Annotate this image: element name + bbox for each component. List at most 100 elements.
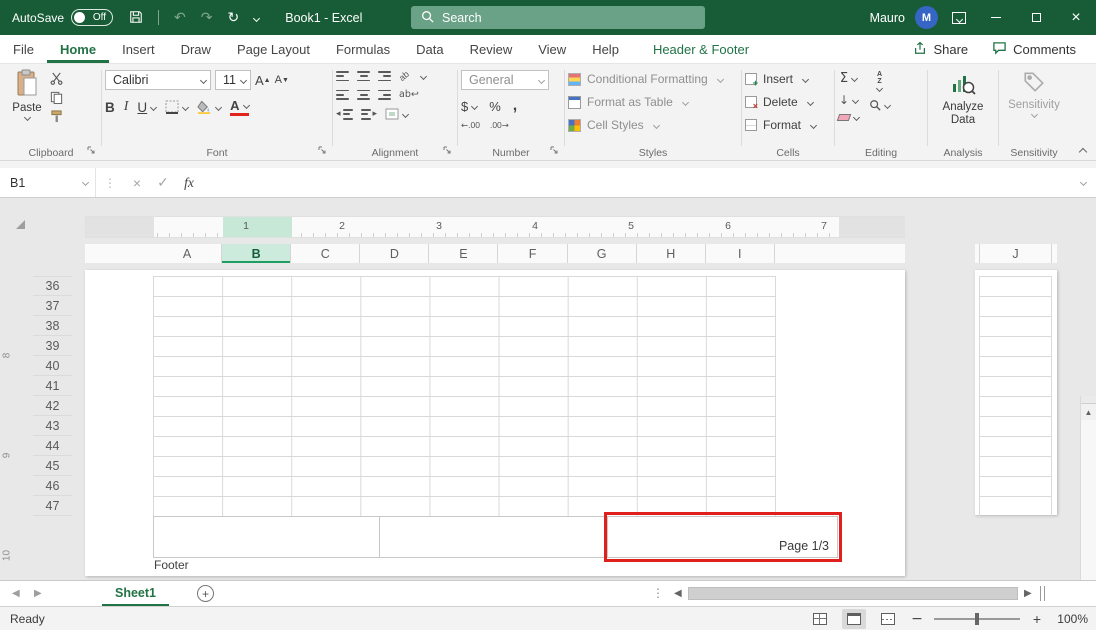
column-header-f[interactable]: F	[498, 244, 567, 263]
name-box[interactable]: B1	[0, 168, 96, 197]
column-header-c[interactable]: C	[291, 244, 360, 263]
column-header-g[interactable]: G	[568, 244, 637, 263]
font-dialog-launcher[interactable]	[318, 143, 327, 158]
expand-formula-bar-icon[interactable]	[1077, 175, 1096, 190]
horizontal-scroll-thumb[interactable]	[688, 587, 1018, 600]
row-header[interactable]: 47	[33, 496, 72, 516]
row-header[interactable]: 41	[33, 376, 72, 396]
insert-function-button[interactable]: fx	[176, 175, 202, 191]
autosum-button[interactable]: Σ	[838, 71, 859, 86]
column-header-d[interactable]: D	[360, 244, 429, 263]
customize-toolbar-chevron-icon[interactable]	[254, 11, 259, 25]
collapse-ribbon-icon[interactable]	[1079, 148, 1087, 156]
ruler-corner-marker[interactable]	[16, 220, 25, 229]
row-header[interactable]: 44	[33, 436, 72, 456]
row-header[interactable]: 40	[33, 356, 72, 376]
cut-icon[interactable]	[50, 72, 63, 85]
share-button[interactable]: Share	[913, 41, 968, 58]
column-header-i[interactable]: I	[706, 244, 775, 263]
accounting-format-icon[interactable]: $	[461, 99, 468, 114]
increase-decimal-icon[interactable]: ←.00	[461, 120, 480, 131]
bottom-align-icon[interactable]	[378, 71, 391, 81]
enter-icon[interactable]: ✓	[150, 175, 176, 191]
tab-page-layout[interactable]: Page Layout	[224, 35, 323, 63]
row-header[interactable]: 45	[33, 456, 72, 476]
paste-button[interactable]: Paste	[4, 69, 50, 123]
fill-color-icon[interactable]	[197, 100, 221, 114]
row-header[interactable]: 39	[33, 336, 72, 356]
split-handle[interactable]	[1081, 396, 1096, 404]
tab-bar-drag-handle[interactable]: ⋮	[652, 586, 664, 600]
wrap-text-icon[interactable]: ab↩	[399, 89, 419, 100]
align-center-icon[interactable]	[357, 90, 370, 100]
scroll-up-icon[interactable]: ▲	[1081, 404, 1096, 420]
page-layout-view-button[interactable]	[842, 609, 866, 629]
number-dialog-launcher[interactable]	[550, 143, 559, 158]
ribbon-display-options-icon[interactable]	[952, 12, 966, 24]
increase-indent-icon[interactable]: ▸	[361, 109, 378, 119]
formula-input[interactable]	[202, 168, 1077, 197]
italic-button[interactable]: I	[124, 99, 129, 115]
increase-font-size-icon[interactable]: A▲	[255, 73, 271, 88]
cell-styles-button[interactable]: Cell Styles	[568, 118, 738, 132]
footer-center-section[interactable]	[380, 516, 608, 558]
percent-style-icon[interactable]: %	[489, 99, 501, 114]
analyze-data-button[interactable]: Analyze Data	[931, 70, 995, 127]
tab-draw[interactable]: Draw	[168, 35, 224, 63]
minimize-button[interactable]	[976, 0, 1016, 35]
sheet-nav-right-icon[interactable]: ▶	[34, 581, 42, 606]
page-break-view-button[interactable]	[876, 609, 900, 629]
font-name-select[interactable]: Calibri	[105, 70, 211, 90]
footer-right-section[interactable]: Page 1/3	[608, 516, 838, 558]
zoom-slider-thumb[interactable]	[975, 613, 979, 625]
next-page-grid[interactable]	[979, 276, 1052, 517]
tab-split-handle[interactable]	[1040, 586, 1045, 601]
new-sheet-button[interactable]: +	[197, 585, 214, 602]
sort-filter-icon[interactable]: AZ	[869, 71, 890, 91]
sheet-grid[interactable]	[153, 276, 776, 517]
zoom-in-icon[interactable]: +	[1030, 611, 1044, 627]
row-header[interactable]: 37	[33, 296, 72, 316]
copy-icon[interactable]	[50, 91, 63, 104]
column-header-j[interactable]: J	[979, 244, 1052, 263]
column-header-e[interactable]: E	[429, 244, 498, 263]
middle-align-icon[interactable]	[357, 71, 370, 81]
align-right-icon[interactable]	[378, 90, 391, 100]
clear-icon[interactable]	[838, 114, 859, 121]
column-header-a[interactable]: A	[153, 244, 222, 263]
search-input[interactable]: Search	[411, 6, 705, 29]
save-icon[interactable]	[129, 10, 143, 26]
comma-style-icon[interactable]: ,	[513, 97, 517, 115]
horizontal-ruler[interactable]: 1 2 3 4 5 6 7	[85, 216, 905, 238]
comments-button[interactable]: Comments	[992, 41, 1076, 58]
sensitivity-button[interactable]: Sensitivity	[1002, 70, 1066, 117]
font-size-select[interactable]: 11	[215, 70, 251, 90]
decrease-decimal-icon[interactable]: .00→	[490, 120, 509, 131]
tab-file[interactable]: File	[0, 35, 47, 63]
zoom-level[interactable]: 100%	[1054, 612, 1088, 626]
autosave-toggle[interactable]: Off	[71, 9, 113, 26]
tab-insert[interactable]: Insert	[109, 35, 168, 63]
tab-home[interactable]: Home	[47, 35, 109, 63]
undo-icon[interactable]: ↶	[174, 11, 186, 25]
tab-view[interactable]: View	[525, 35, 579, 63]
tab-header-footer[interactable]: Header & Footer	[640, 35, 762, 63]
footer-left-section[interactable]	[153, 516, 380, 558]
column-header-b-selected[interactable]: B	[222, 244, 291, 263]
close-button[interactable]: ×	[1056, 0, 1096, 35]
top-align-icon[interactable]	[336, 71, 349, 81]
redo-icon[interactable]: ↷	[201, 11, 213, 25]
insert-cells-button[interactable]: + Insert	[745, 72, 831, 86]
hscroll-left-icon[interactable]: ◀	[674, 581, 682, 606]
conditional-formatting-button[interactable]: Conditional Formatting	[568, 72, 738, 86]
sheet-nav-left-icon[interactable]: ◀	[12, 581, 20, 606]
cancel-icon[interactable]: ×	[124, 175, 150, 191]
sync-icon[interactable]: ↻	[228, 11, 240, 25]
tab-review[interactable]: Review	[457, 35, 526, 63]
borders-icon[interactable]	[165, 100, 188, 114]
formula-bar-drag-handle[interactable]: ⋮	[96, 176, 124, 190]
orientation-icon[interactable]: ab	[397, 69, 411, 83]
tab-help[interactable]: Help	[579, 35, 632, 63]
delete-cells-button[interactable]: × Delete	[745, 95, 831, 109]
fill-down-icon[interactable]: ↓	[838, 93, 859, 107]
